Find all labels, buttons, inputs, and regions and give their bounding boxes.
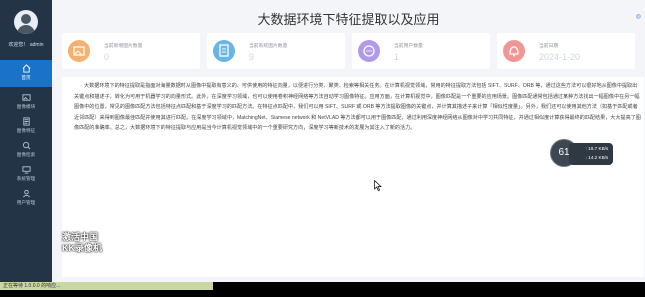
stats-cards: 当前新增图片数量 0 当前系统图片数量 9 当前用户数量 1 当前日期 2024… — [62, 33, 642, 71]
browser-viewport: 欢迎您！ admin 首页 图像模块 图像特征 图像检索 系统管理 用户管理 大… — [0, 0, 645, 282]
sidebar-item-label: 首页 — [21, 75, 31, 80]
stat-value: 2024-1-20 — [539, 52, 581, 62]
user-icon — [22, 189, 30, 198]
stat-label: 当前日期 — [539, 44, 559, 49]
sidebar: 欢迎您！ admin 首页 图像模块 图像特征 图像检索 系统管理 用户管理 — [0, 0, 52, 282]
sidebar-item-label: 图像模块 — [16, 104, 36, 109]
home-icon — [22, 64, 30, 73]
sidebar-item-label: 图像检索 — [16, 152, 36, 157]
feature-icon — [22, 117, 30, 126]
upload-speed: 16.7 KB/s — [585, 146, 608, 151]
recorder-watermark: 激活中国 KK录像机 — [62, 232, 102, 254]
sidebar-item-image-module[interactable]: 图像模块 — [0, 89, 52, 116]
stat-value: 0 — [104, 52, 110, 62]
stat-value: 9 — [249, 52, 255, 62]
chat-icon — [358, 40, 380, 62]
image-icon — [21, 94, 31, 101]
sidebar-item-label: 用户管理 — [16, 200, 36, 205]
content-panel: 大数据环境下的特征提取是指面对海量数据时从图像中提取有意义的、可供使用的特征向量… — [62, 77, 644, 277]
document-icon — [213, 40, 235, 62]
sidebar-item-home[interactable]: 首页 — [0, 60, 52, 87]
stat-card-system-images: 当前系统图片数量 9 — [207, 33, 345, 69]
stat-label: 当前新增图片数量 — [104, 44, 143, 49]
watermark-line-2: KK录像机 — [62, 243, 102, 253]
system-icon — [21, 166, 31, 174]
page-title: 大数据环境下特征提取以及应用 — [257, 12, 440, 27]
sidebar-item-system[interactable]: 系统管理 — [0, 161, 52, 188]
description-paragraph: 大数据环境下的特征提取是指面对海量数据时从图像中提取有意义的、可供使用的特征向量… — [74, 83, 641, 131]
stat-label: 当前用户数量 — [394, 44, 423, 49]
watermark-line-1: 激活中国 — [62, 232, 99, 242]
download-speed: 14.2 KB/s — [585, 155, 608, 160]
mouse-cursor-icon — [374, 180, 382, 191]
bell-icon — [503, 40, 525, 62]
stat-card-users: 当前用户数量 1 — [352, 33, 490, 69]
sidebar-item-label: 系统管理 — [16, 176, 36, 181]
sidebar-item-image-feature[interactable]: 图像特征 — [0, 113, 52, 140]
stat-value: 1 — [394, 52, 400, 62]
welcome-text: 欢迎您！ admin — [8, 42, 44, 48]
corner-icon[interactable]: ◎ — [636, 13, 641, 20]
sidebar-item-users[interactable]: 用户管理 — [0, 185, 52, 212]
status-text: 正在等待 1.0.0.0 的响应... — [0, 282, 213, 290]
avatar[interactable] — [14, 10, 38, 34]
image-count-icon — [68, 40, 90, 62]
stat-label: 当前系统图片数量 — [249, 44, 288, 49]
stat-card-date: 当前日期 2024-1-20 — [497, 33, 635, 69]
search-icon — [22, 141, 30, 150]
sidebar-item-image-search[interactable]: 图像检索 — [0, 137, 52, 164]
network-speed-widget: 16.7 KB/s 14.2 KB/s — [569, 143, 613, 165]
sidebar-item-label: 图像特征 — [16, 128, 36, 133]
stat-card-new-images: 当前新增图片数量 0 — [62, 33, 200, 69]
